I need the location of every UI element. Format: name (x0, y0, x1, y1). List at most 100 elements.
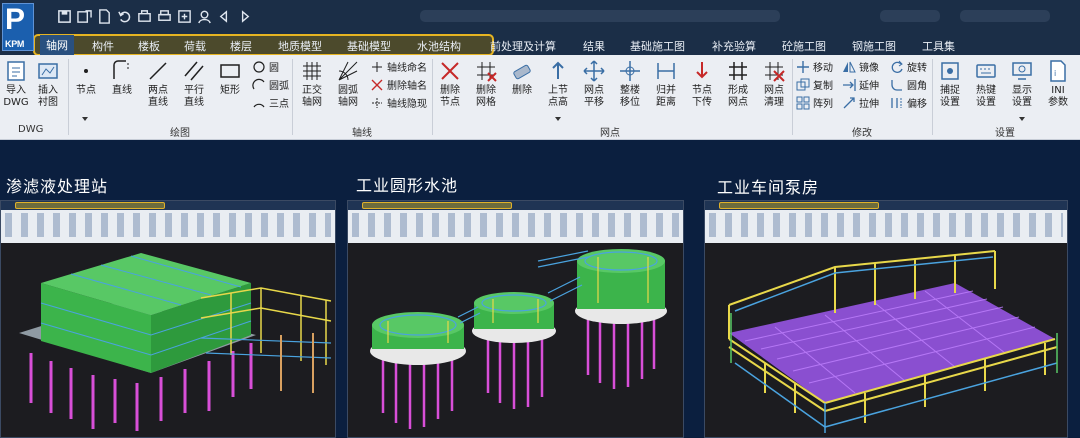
array-button[interactable]: 阵列 (796, 95, 833, 110)
arc-grid-button[interactable]: 圆弧 轴网 (334, 59, 362, 109)
print-icon[interactable] (156, 8, 173, 25)
gallery-card-leachate[interactable] (0, 200, 336, 438)
display-settings-button[interactable]: 显示 设置 (1008, 59, 1036, 109)
orthogonal-grid-button[interactable]: 正交 轴网 (298, 59, 326, 109)
axis-visibility-button[interactable]: 轴线隐现 (370, 95, 427, 110)
back-icon[interactable] (216, 8, 233, 25)
copy-icon (796, 78, 810, 90)
quick-access-toolbar (56, 8, 253, 26)
tab-geology[interactable]: 地质模型 (278, 38, 322, 54)
three-point-arc-button[interactable]: 三点 (252, 95, 289, 110)
delete-grid-button[interactable]: 删除 网格 (472, 59, 500, 109)
display-gear-icon (1012, 62, 1032, 80)
open-icon[interactable] (136, 8, 153, 25)
delete-button[interactable]: 删除 (508, 59, 536, 97)
gallery-title-pump-house: 工业车间泵房 (717, 178, 820, 197)
tab-foundation-model[interactable]: 基础模型 (347, 38, 391, 54)
floor-shift-button[interactable]: 整楼 移位 (616, 59, 644, 109)
new-icon[interactable] (96, 8, 113, 25)
tab-toolset[interactable]: 工具集 (922, 38, 955, 54)
chevron-down-icon[interactable] (1019, 117, 1025, 121)
tab-results[interactable]: 结果 (583, 38, 605, 54)
line-button[interactable]: 直线 (108, 59, 136, 97)
user-icon[interactable] (196, 8, 213, 25)
export-icon[interactable] (176, 8, 193, 25)
app-window: P KPM 轴网 构件 楼板 荷载 楼层 地质模型 基础模型 水池结构 前处理及… (0, 0, 1080, 140)
title-right-blurred-2 (960, 10, 1050, 22)
tab-supplement-check[interactable]: 补充验算 (712, 38, 756, 54)
tab-axis-grid[interactable]: 轴网 (40, 35, 74, 55)
ini-params-button[interactable]: i INI 参数 (1044, 59, 1072, 109)
arc-icon (252, 78, 265, 89)
node-down-button[interactable]: 节点 下传 (688, 59, 716, 109)
mirror-icon (843, 61, 856, 72)
chevron-down-icon[interactable] (82, 117, 88, 121)
chevron-down-icon[interactable] (555, 117, 561, 121)
node-button[interactable]: 节点 (74, 59, 98, 97)
stretch-label: 拉伸 (859, 99, 879, 110)
offset-button[interactable]: 偏移 (890, 95, 927, 110)
arc-button[interactable]: 圆弧 (252, 77, 289, 92)
save-icon[interactable] (56, 8, 73, 25)
arc-grid-label: 圆弧 轴网 (338, 85, 358, 108)
import-dwg-button[interactable]: 导入 DWG (2, 59, 30, 109)
gallery-card-circular-pool[interactable] (347, 200, 684, 438)
line-label: 直线 (112, 85, 132, 96)
tab-pool-structure[interactable]: 水池结构 (417, 38, 461, 54)
extend-icon (843, 78, 856, 91)
tab-components[interactable]: 构件 (92, 38, 114, 54)
node-height-button[interactable]: 上节 点高 (544, 59, 572, 109)
mirror-button[interactable]: 镜像 (842, 59, 879, 74)
rectangle-button[interactable]: 矩形 (216, 59, 244, 97)
copy-button[interactable]: 复制 (796, 77, 833, 92)
rotate-label: 旋转 (907, 63, 927, 74)
gallery-card-pump-house[interactable] (704, 200, 1068, 438)
insert-underlay-button[interactable]: 插入 衬图 (33, 59, 63, 109)
tab-foundation-drawing[interactable]: 基础施工图 (630, 38, 685, 54)
ribbon-panel: 导入 DWG 插入 衬图 DWG 节点 直线 两点 直线 平行 直线 矩形 圆 … (0, 55, 1080, 140)
tab-preprocess-calc[interactable]: 前处理及计算 (490, 38, 556, 54)
delete-node-button[interactable]: 删除 节点 (436, 59, 464, 109)
axis-naming-button[interactable]: 轴线命名 (370, 59, 427, 74)
rectangle-icon (220, 64, 240, 78)
circle-icon (253, 60, 265, 73)
forward-icon[interactable] (236, 8, 253, 25)
undo-icon[interactable] (116, 8, 133, 25)
node-down-icon (696, 62, 708, 79)
fillet-button[interactable]: 圆角 (890, 77, 927, 92)
two-point-line-button[interactable]: 两点 直线 (144, 59, 172, 109)
tab-concrete-drawing[interactable]: 砼施工图 (782, 38, 826, 54)
parallel-line-button[interactable]: 平行 直线 (180, 59, 208, 109)
group-separator (432, 59, 433, 135)
form-node-button[interactable]: 形成 网点 (724, 59, 752, 109)
merge-distance-button[interactable]: 归并 距离 (652, 59, 680, 109)
axis-naming-icon (372, 61, 382, 72)
hotkey-settings-button[interactable]: 热键 设置 (972, 59, 1000, 109)
move-button[interactable]: 移动 (796, 59, 833, 74)
import-dwg-icon (7, 61, 25, 81)
form-node-label: 形成 网点 (728, 85, 748, 108)
snap-icon (941, 62, 959, 80)
clean-node-button[interactable]: 网点 清理 (760, 59, 788, 109)
rotate-icon (891, 60, 903, 73)
delete-axis-name-icon (371, 79, 383, 90)
array-icon (796, 96, 810, 109)
snap-settings-button[interactable]: 捕捉 设置 (936, 59, 964, 109)
extend-button[interactable]: 延伸 (842, 77, 879, 92)
app-logo[interactable]: P KPM (2, 3, 34, 51)
stretch-button[interactable]: 拉伸 (842, 95, 879, 110)
offset-icon (891, 97, 902, 108)
tab-load[interactable]: 荷载 (184, 38, 206, 54)
group-separator (292, 59, 293, 135)
save-as-icon[interactable] (76, 8, 93, 25)
tab-slab[interactable]: 楼板 (138, 38, 160, 54)
eraser-icon (513, 64, 531, 80)
orthogonal-grid-label: 正交 轴网 (302, 85, 322, 108)
circle-button[interactable]: 圆 (252, 59, 279, 74)
delete-axis-name-button[interactable]: 删除轴名 (370, 77, 427, 92)
rotate-button[interactable]: 旋转 (890, 59, 927, 74)
node-move-button[interactable]: 网点 平移 (580, 59, 608, 109)
tab-steel-drawing[interactable]: 钢施工图 (852, 38, 896, 54)
tab-floor[interactable]: 楼层 (230, 38, 252, 54)
three-point-arc-icon (253, 103, 265, 107)
